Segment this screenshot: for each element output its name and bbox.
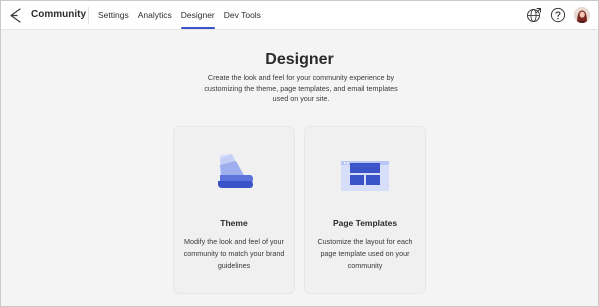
main-nav: Settings Analytics Designer Dev Tools: [98, 1, 261, 30]
help-icon[interactable]: [550, 7, 566, 23]
page-templates-card[interactable]: Page Templates Customize the layout for …: [304, 126, 426, 294]
theme-card[interactable]: Theme Modify the look and feel of your c…: [173, 126, 295, 294]
avatar-image: [574, 7, 590, 23]
globe-icon[interactable]: [526, 7, 542, 23]
page-templates-card-title: Page Templates: [332, 218, 398, 228]
nav-analytics[interactable]: Analytics: [138, 1, 172, 30]
user-avatar[interactable]: [574, 7, 590, 23]
top-bar: Community Settings Analytics Designer De…: [1, 1, 598, 30]
brand-name[interactable]: Community: [31, 9, 86, 20]
theme-card-title: Theme: [220, 218, 248, 228]
nav-settings[interactable]: Settings: [98, 1, 129, 30]
page-templates-card-description: Customize the layout for each page templ…: [317, 237, 413, 270]
app-window: Community Settings Analytics Designer De…: [0, 0, 599, 307]
theme-card-description: Modify the look and feel of your communi…: [183, 237, 285, 270]
header-divider: [88, 7, 89, 24]
page-description: Create the look and feel for your commun…: [204, 73, 398, 103]
palette-fan-icon: [218, 154, 253, 188]
nav-dev-tools[interactable]: Dev Tools: [224, 1, 261, 30]
page-title: Designer: [265, 51, 334, 68]
nav-designer[interactable]: Designer: [180, 1, 215, 30]
page-template-icon: [341, 161, 389, 191]
share-logo-icon[interactable]: [8, 8, 22, 23]
